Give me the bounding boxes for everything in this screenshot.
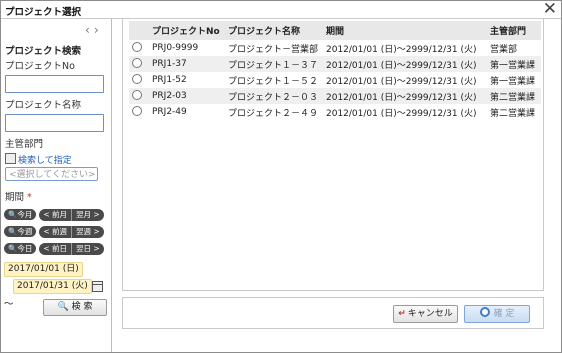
cell-no: PRJ1-37 (149, 56, 225, 72)
row-radio[interactable] (132, 73, 142, 84)
calendar-icon[interactable] (92, 281, 103, 292)
project-name-label: プロジェクト名称 (5, 100, 82, 111)
project-table: プロジェクトNo プロジェクト名称 期間 主管部門 PRJ0-9999 プロジェ… (129, 21, 541, 120)
cell-dept: 第一営業課 (487, 56, 541, 72)
month-controls: 🔍今月 < 前月 翌月 > (4, 209, 104, 221)
confirm-button-label: 確 定 (493, 309, 515, 319)
select-column-header (129, 21, 149, 40)
dept-search-link-label: 検索して指定 (18, 156, 72, 166)
cell-name: プロジェクト２－４９ (228, 108, 319, 119)
required-mark: * (27, 192, 32, 203)
dialog-title: プロジェクト選択 (5, 7, 82, 18)
project-name-input[interactable] (5, 114, 104, 132)
dept-label: 主管部門 (5, 139, 44, 150)
period-label: 期間 * (5, 189, 32, 203)
search-icon: 🔍 (8, 227, 18, 236)
title-bar: プロジェクト選択 ✕ (1, 0, 561, 19)
this-month-label: 今月 (17, 210, 33, 219)
cell-name: プロジェクト１－３７ (225, 56, 323, 72)
cell-no: PRJ0-9999 (152, 43, 199, 53)
cancel-button-label: キャンセル (407, 309, 453, 319)
day-nav-group: < 前日 翌日 > (39, 243, 104, 255)
cell-no: PRJ1-52 (152, 75, 187, 85)
return-arrow-icon: ↵ (398, 309, 406, 319)
cell-name: プロジェクト－営業部 (228, 44, 319, 55)
period-label-text: 期間 (5, 192, 25, 203)
column-header-no: プロジェクトNo (149, 21, 225, 40)
cell-period: 2012/01/01 (日)〜2999/12/31 (火) (326, 44, 477, 55)
column-header-dept: 主管部門 (487, 21, 541, 40)
cell-name: プロジェクト２－０３ (225, 88, 323, 104)
table-row[interactable]: PRJ0-9999 プロジェクト－営業部 2012/01/01 (日)〜2999… (129, 40, 541, 56)
cell-no: PRJ2-49 (152, 107, 187, 117)
project-no-input[interactable] (5, 75, 104, 93)
search-heading: プロジェクト検索 (5, 46, 82, 57)
date-range-tilde: 〜 (4, 299, 14, 310)
cell-period: 2012/01/01 (日)〜2999/12/31 (火) (323, 56, 487, 72)
table-row[interactable]: PRJ2-03 プロジェクト２－０３ 2012/01/01 (日)〜2999/1… (129, 88, 541, 104)
column-header-name: プロジェクト名称 (225, 21, 323, 40)
row-radio[interactable] (132, 57, 142, 68)
table-row[interactable]: PRJ1-37 プロジェクト１－３７ 2012/01/01 (日)〜2999/1… (129, 56, 541, 72)
row-radio[interactable] (132, 41, 142, 52)
cell-period: 2012/01/01 (日)〜2999/12/31 (火) (323, 88, 487, 104)
day-controls: 🔍今日 < 前日 翌日 > (4, 243, 104, 255)
sidebar-nav: ‹› (85, 23, 103, 37)
cell-dept: 営業部 (490, 44, 518, 55)
search-icon: 🔍 (8, 244, 18, 253)
date-from-chip[interactable]: 2017/01/01 (日) (4, 262, 83, 277)
chevron-left-icon[interactable]: ‹ (85, 23, 94, 37)
date-to-chip[interactable]: 2017/01/31 (火) (13, 279, 92, 294)
search-button-label: 検 索 (71, 302, 93, 312)
results-panel: プロジェクトNo プロジェクト名称 期間 主管部門 PRJ0-9999 プロジェ… (122, 18, 544, 291)
cell-dept: 第二営業課 (490, 108, 536, 119)
project-no-label: プロジェクトNo (5, 61, 75, 72)
this-month-button[interactable]: 🔍今月 (4, 209, 37, 220)
chevron-right-icon[interactable]: › (94, 23, 103, 37)
row-radio[interactable] (132, 89, 142, 100)
table-header-row: プロジェクトNo プロジェクト名称 期間 主管部門 (129, 21, 541, 40)
dept-search-link[interactable]: 検索して指定 (5, 153, 72, 166)
confirm-circle-icon (479, 307, 490, 317)
search-list-icon (5, 153, 16, 164)
next-week-button[interactable]: 翌週 > (71, 226, 104, 238)
week-nav-group: < 前週 翌週 > (39, 226, 104, 238)
row-radio[interactable] (132, 105, 142, 116)
prev-day-button[interactable]: < 前日 (39, 243, 71, 255)
cell-dept: 第二営業課 (487, 88, 541, 104)
search-button[interactable]: 🔍 検 索 (43, 299, 107, 316)
next-day-button[interactable]: 翌日 > (71, 243, 104, 255)
table-row[interactable]: PRJ2-49 プロジェクト２－４９ 2012/01/01 (日)〜2999/1… (129, 104, 541, 120)
prev-month-button[interactable]: < 前月 (39, 209, 71, 221)
table-row[interactable]: PRJ1-52 プロジェクト１－５２ 2012/01/01 (日)〜2999/1… (129, 72, 541, 88)
action-footer: ↵ キャンセル 確 定 (122, 297, 544, 329)
this-week-button[interactable]: 🔍今週 (4, 226, 37, 237)
search-sidebar: ‹› プロジェクト検索 プロジェクトNo プロジェクト名称 主管部門 検索して指… (1, 19, 112, 352)
cancel-button[interactable]: ↵ キャンセル (393, 305, 458, 323)
cell-name: プロジェクト１－５２ (228, 76, 319, 87)
search-icon: 🔍 (8, 210, 18, 219)
today-button[interactable]: 🔍今日 (4, 243, 37, 254)
search-icon: 🔍 (57, 302, 69, 312)
prev-week-button[interactable]: < 前週 (39, 226, 71, 238)
close-icon[interactable]: ✕ (543, 0, 557, 18)
confirm-button[interactable]: 確 定 (464, 305, 530, 323)
today-label: 今日 (17, 244, 33, 253)
column-header-period: 期間 (323, 21, 487, 40)
this-week-label: 今週 (17, 227, 33, 236)
week-controls: 🔍今週 < 前週 翌週 > (4, 226, 104, 238)
month-nav-group: < 前月 翌月 > (39, 209, 104, 221)
cell-period: 2012/01/01 (日)〜2999/12/31 (火) (326, 108, 477, 119)
dept-select[interactable]: <選択してください> (5, 167, 98, 181)
dialog-window: プロジェクト選択 ✕ ‹› プロジェクト検索 プロジェクトNo プロジェクト名称… (0, 0, 562, 353)
cell-period: 2012/01/01 (日)〜2999/12/31 (火) (326, 76, 477, 87)
next-month-button[interactable]: 翌月 > (71, 209, 104, 221)
cell-no: PRJ2-03 (149, 88, 225, 104)
cell-dept: 第一営業課 (490, 76, 536, 87)
